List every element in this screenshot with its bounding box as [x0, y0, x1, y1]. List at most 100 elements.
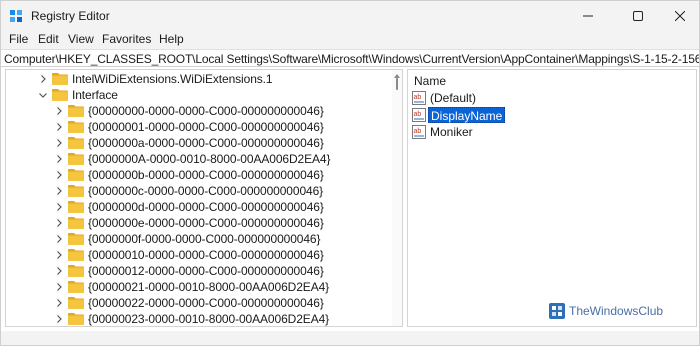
chevron-right-icon[interactable]: [54, 314, 64, 324]
tree-vertical-scrollbar[interactable]: [392, 70, 402, 326]
name-column-header[interactable]: Name: [414, 74, 446, 88]
tree-item[interactable]: IntelWiDiExtensions.WiDiExtensions.1: [6, 71, 392, 87]
tree-item[interactable]: {0000000e-0000-0000-C000-000000000046}: [6, 215, 392, 231]
tree-item-label: IntelWiDiExtensions.WiDiExtensions.1: [72, 72, 273, 86]
close-button[interactable]: [657, 1, 699, 31]
chevron-right-icon[interactable]: [54, 202, 64, 212]
thewindowsclub-logo-icon: [549, 303, 565, 319]
string-value-icon: ab: [412, 108, 426, 122]
tree-item[interactable]: {00000022-0000-0000-C000-000000000046}: [6, 295, 392, 311]
chevron-right-icon[interactable]: [38, 74, 48, 84]
menu-file[interactable]: File: [7, 32, 30, 46]
chevron-right-icon[interactable]: [54, 186, 64, 196]
folder-icon: [68, 105, 84, 117]
folder-icon: [68, 265, 84, 277]
chevron-right-icon[interactable]: [54, 122, 64, 132]
chevron-right-icon[interactable]: [54, 106, 64, 116]
minimize-button[interactable]: [565, 1, 611, 31]
svg-text:ab: ab: [414, 94, 422, 101]
folder-icon: [68, 249, 84, 261]
tree-item-label: {0000000e-0000-0000-C000-000000000046}: [88, 216, 324, 230]
chevron-right-icon[interactable]: [54, 218, 64, 228]
folder-icon: [68, 217, 84, 229]
watermark-text: TheWindowsClub: [569, 304, 664, 318]
menu-view[interactable]: View: [66, 32, 96, 46]
menu-edit[interactable]: Edit: [36, 32, 61, 46]
tree-item[interactable]: {00000001-0000-0000-C000-000000000046}: [6, 119, 392, 135]
tree-item[interactable]: {0000000d-0000-0000-C000-000000000046}: [6, 199, 392, 215]
folder-icon: [68, 185, 84, 197]
maximize-button[interactable]: [615, 1, 661, 31]
chevron-down-icon[interactable]: [38, 90, 48, 100]
address-bar[interactable]: Computer\HKEY_CLASSES_ROOT\Local Setting…: [1, 49, 700, 67]
status-bar: [1, 331, 699, 345]
menu-help[interactable]: Help: [157, 32, 186, 46]
folder-icon: [52, 89, 68, 101]
tree-item-label: {00000000-0000-0000-C000-000000000046}: [88, 104, 324, 118]
tree-item[interactable]: {00000023-0000-0010-8000-00AA006D2EA4}: [6, 311, 392, 326]
key-tree-pane[interactable]: IntelWiDiExtensions.WiDiExtensions.1 Inte…: [5, 69, 403, 327]
value-name: (Default): [430, 91, 477, 105]
address-path: Computer\HKEY_CLASSES_ROOT\Local Setting…: [4, 52, 700, 66]
svg-text:ab: ab: [414, 111, 422, 118]
close-icon: [675, 11, 685, 21]
tree-item-label: {00000022-0000-0000-C000-000000000046}: [88, 296, 324, 310]
title-bar: Registry Editor: [1, 1, 699, 31]
svg-text:ab: ab: [414, 128, 422, 135]
tree-item[interactable]: {0000000a-0000-0000-C000-000000000046}: [6, 135, 392, 151]
value-name-selected: DisplayName: [428, 107, 506, 123]
folder-icon: [68, 297, 84, 309]
tree-item[interactable]: {0000000A-0000-0010-8000-00AA006D2EA4}: [6, 151, 392, 167]
chevron-right-icon[interactable]: [54, 234, 64, 244]
folder-icon: [52, 73, 68, 85]
tree-item-label: {00000001-0000-0000-C000-000000000046}: [88, 120, 324, 134]
watermark: TheWindowsClub: [549, 303, 663, 319]
tree-item-label: {00000021-0000-0010-8000-00AA006D2EA4}: [88, 280, 330, 294]
tree-item-label: {0000000f-0000-0000-C000-000000000046}: [88, 232, 321, 246]
tree-item[interactable]: {0000000f-0000-0000-C000-000000000046}: [6, 231, 392, 247]
chevron-right-icon[interactable]: [54, 154, 64, 164]
folder-icon: [68, 281, 84, 293]
tree-item[interactable]: {0000000b-0000-0000-C000-000000000046}: [6, 167, 392, 183]
tree-item-label: {0000000a-0000-0000-C000-000000000046}: [88, 136, 324, 150]
folder-icon: [68, 233, 84, 245]
value-row[interactable]: ab (Default): [412, 90, 532, 106]
chevron-right-icon[interactable]: [54, 138, 64, 148]
tree-item[interactable]: {00000000-0000-0000-C000-000000000046}: [6, 103, 392, 119]
registry-editor-window: Registry Editor File Edit View Favorites…: [0, 0, 700, 346]
chevron-right-icon[interactable]: [54, 298, 64, 308]
tree-item[interactable]: {0000000c-0000-0000-C000-000000000046}: [6, 183, 392, 199]
tree-item-label: {0000000A-0000-0010-8000-00AA006D2EA4}: [88, 152, 331, 166]
tree-item-label: {0000000d-0000-0000-C000-000000000046}: [88, 200, 324, 214]
tree-item-label: {0000000c-0000-0000-C000-000000000046}: [88, 184, 324, 198]
tree-item-label: Interface: [72, 88, 118, 102]
tree-item-label: {0000000b-0000-0000-C000-000000000046}: [88, 168, 324, 182]
tree-item[interactable]: {00000010-0000-0000-C000-000000000046}: [6, 247, 392, 263]
folder-icon: [68, 201, 84, 213]
folder-icon: [68, 137, 84, 149]
scrollbar-thumb[interactable]: [396, 78, 398, 90]
menu-bar: File Edit View Favorites Help: [1, 31, 699, 49]
values-pane[interactable]: Name ab (Default) ab DisplayName ab Moniker: [407, 69, 697, 327]
folder-icon: [68, 121, 84, 133]
tree-item[interactable]: {00000021-0000-0010-8000-00AA006D2EA4}: [6, 279, 392, 295]
tree-item-label: {00000023-0000-0010-8000-00AA006D2EA4}: [88, 312, 330, 326]
maximize-icon: [633, 11, 643, 21]
tree-item[interactable]: {00000012-0000-0000-C000-000000000046}: [6, 263, 392, 279]
tree-item[interactable]: Interface: [6, 87, 392, 103]
menu-favorites[interactable]: Favorites: [100, 32, 153, 46]
string-value-icon: ab: [412, 125, 426, 139]
chevron-right-icon[interactable]: [54, 250, 64, 260]
tree-item-label: {00000010-0000-0000-C000-000000000046}: [88, 248, 324, 262]
window-title: Registry Editor: [31, 9, 110, 23]
value-row[interactable]: ab Moniker: [412, 124, 532, 140]
chevron-right-icon[interactable]: [54, 170, 64, 180]
chevron-right-icon[interactable]: [54, 266, 64, 276]
folder-icon: [68, 169, 84, 181]
folder-icon: [68, 153, 84, 165]
string-value-icon: ab: [412, 91, 426, 105]
chevron-right-icon[interactable]: [54, 282, 64, 292]
value-row[interactable]: ab DisplayName: [412, 107, 532, 123]
folder-icon: [68, 313, 84, 325]
minimize-icon: [583, 15, 593, 17]
